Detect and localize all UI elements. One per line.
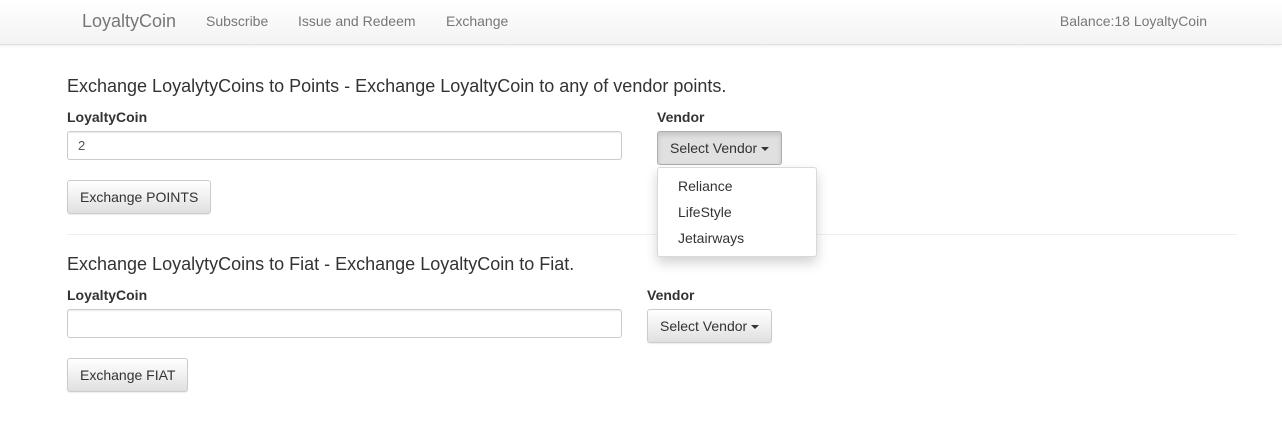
points-section-title: Exchange LoyalytyCoins to Points - Excha… — [67, 76, 727, 96]
navbar: LoyaltyCoin Subscribe Issue and Redeem E… — [0, 0, 1282, 45]
fiat-vendor-button-label: Select Vendor — [660, 318, 748, 334]
caret-down-icon — [761, 147, 770, 152]
exchange-points-button[interactable]: Exchange POINTS — [67, 180, 212, 214]
fiat-vendor-dropdown-button[interactable]: Select Vendor — [647, 309, 773, 343]
points-vendor-button-label: Select Vendor — [670, 140, 758, 156]
points-vendor-dropdown-button[interactable]: Select Vendor — [657, 131, 783, 165]
fiat-coin-input[interactable] — [67, 309, 622, 338]
nav-link-exchange[interactable]: Exchange — [446, 13, 508, 29]
nav-link-issue-and-redeem[interactable]: Issue and Redeem — [298, 13, 416, 29]
section-divider — [67, 234, 1237, 235]
fiat-coin-label: LoyaltyCoin — [67, 287, 148, 303]
points-coin-label: LoyaltyCoin — [67, 109, 148, 125]
points-coin-input[interactable] — [67, 131, 622, 160]
caret-down-icon — [751, 325, 760, 330]
exchange-fiat-button[interactable]: Exchange FIAT — [67, 358, 189, 392]
nav-link-subscribe[interactable]: Subscribe — [206, 13, 268, 29]
fiat-vendor-label: Vendor — [647, 287, 695, 303]
brand-link[interactable]: LoyaltyCoin — [82, 11, 176, 32]
vendor-option-reliance[interactable]: Reliance — [658, 173, 816, 199]
fiat-section-title: Exchange LoyalytyCoins to Fiat - Exchang… — [67, 254, 575, 274]
vendor-option-lifestyle[interactable]: LifeStyle — [658, 199, 816, 225]
vendor-option-jetairways[interactable]: Jetairways — [658, 225, 816, 251]
points-vendor-label: Vendor — [657, 109, 705, 125]
vendor-dropdown-menu: Reliance LifeStyle Jetairways — [657, 167, 817, 257]
balance-display: Balance:18 LoyaltyCoin — [1059, 13, 1207, 29]
